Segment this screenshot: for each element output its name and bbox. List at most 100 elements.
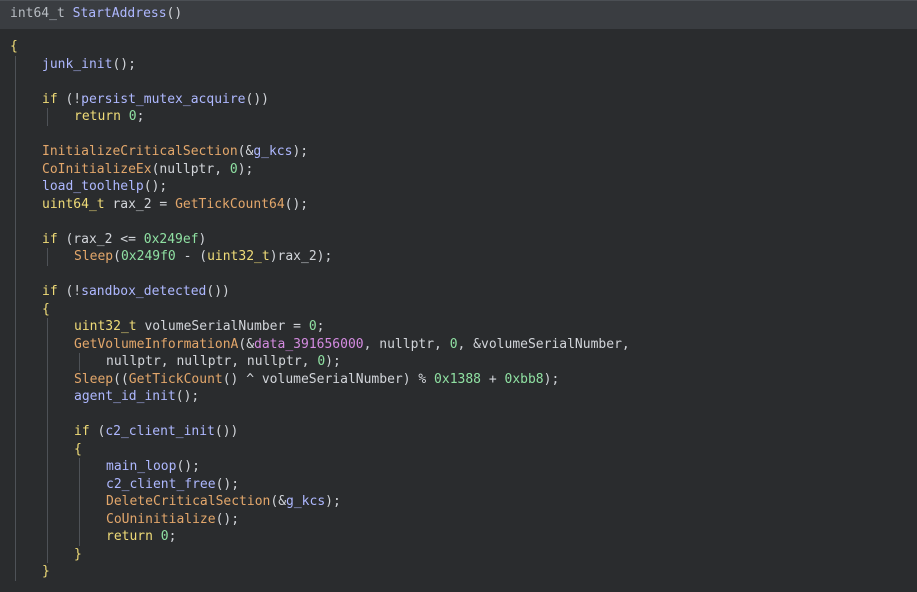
- code-token-var[interactable]: g_kcs: [253, 144, 292, 159]
- code-token-plain: - (: [175, 249, 208, 264]
- code-line[interactable]: return 0;: [0, 528, 917, 546]
- code-token-fn[interactable]: Sleep: [74, 372, 113, 387]
- code-token-num: 0: [160, 529, 169, 544]
- code-line[interactable]: uint64_t rax_2 = GetTickCount64();: [0, 195, 917, 213]
- code-line[interactable]: agent_id_init();: [0, 388, 917, 406]
- code-token-fn[interactable]: DeleteCriticalSection: [106, 494, 270, 509]
- code-token-plain: ();: [175, 389, 200, 404]
- indent-guide: [15, 55, 16, 73]
- code-line[interactable]: Sleep((GetTickCount() ^ volumeSerialNumb…: [0, 370, 917, 389]
- code-token-fn[interactable]: Sleep: [74, 249, 113, 264]
- code-line-content: }: [42, 563, 50, 581]
- code-token-fn[interactable]: GetTickCount: [129, 372, 223, 387]
- code-token-fn[interactable]: GetTickCount64: [175, 197, 285, 212]
- code-token-plain: (: [113, 249, 121, 264]
- code-line[interactable]: Sleep(0x249f0 - (uint32_t)rax_2);: [0, 248, 917, 266]
- indent-guide: [15, 388, 16, 406]
- indent-guide: [47, 335, 48, 353]
- code-token-call[interactable]: junk_init: [42, 57, 112, 72]
- code-token-plain: ((: [113, 371, 129, 387]
- code-token-plain: ();: [176, 459, 200, 474]
- indent-guide: [79, 528, 80, 546]
- code-line[interactable]: InitializeCriticalSection(&g_kcs);: [0, 143, 917, 161]
- code-token-plain: (: [89, 424, 106, 439]
- code-line-content: Sleep((GetTickCount() ^ volumeSerialNumb…: [74, 371, 559, 389]
- code-line[interactable]: if (!persist_mutex_acquire()): [0, 90, 917, 108]
- code-line[interactable]: load_toolhelp();: [0, 178, 917, 196]
- code-token-plain: );: [543, 371, 560, 387]
- code-token-brace: {: [42, 301, 50, 317]
- code-token-num: 0: [449, 336, 458, 352]
- code-line[interactable]: return 0;: [0, 108, 917, 126]
- indent-guide: [15, 563, 16, 581]
- indent-guide: [15, 300, 16, 318]
- code-line[interactable]: {: [0, 440, 917, 458]
- function-signature-header[interactable]: int64_t StartAddress(): [0, 1, 917, 29]
- code-line[interactable]: [0, 405, 917, 423]
- code-token-plain: (!: [57, 284, 82, 299]
- function-name[interactable]: StartAddress: [73, 6, 167, 21]
- code-line-content: InitializeCriticalSection(&g_kcs);: [42, 143, 308, 161]
- code-line[interactable]: if (c2_client_init()): [0, 423, 917, 441]
- code-token-plain: ();: [143, 179, 168, 194]
- indent-guide: [47, 405, 48, 423]
- code-token-plain: , nullptr,: [363, 336, 450, 352]
- code-token-kw: if: [42, 231, 58, 247]
- indent-guide: [47, 108, 48, 126]
- indent-guide: [15, 493, 16, 511]
- code-line[interactable]: main_loop();: [0, 458, 917, 476]
- code-token-fn[interactable]: InitializeCriticalSection: [42, 144, 238, 159]
- code-line-content: {: [10, 38, 18, 56]
- code-token-fn[interactable]: CoUninitialize: [106, 512, 216, 527]
- code-line[interactable]: c2_client_free();: [0, 475, 917, 493]
- code-line[interactable]: [0, 265, 917, 283]
- code-line-content: main_loop();: [106, 458, 200, 476]
- code-line[interactable]: junk_init();: [0, 55, 917, 73]
- indent-guide: [47, 423, 48, 441]
- code-token-call[interactable]: main_loop: [106, 459, 176, 474]
- code-token-call[interactable]: c2_client_free: [106, 477, 216, 492]
- code-line[interactable]: CoInitializeEx(nullptr, 0);: [0, 160, 917, 178]
- code-token-call[interactable]: load_toolhelp: [42, 179, 144, 194]
- code-line[interactable]: [0, 73, 917, 91]
- code-line-content: return 0;: [106, 528, 176, 546]
- code-line[interactable]: [0, 213, 917, 231]
- code-token-var[interactable]: g_kcs: [286, 494, 325, 509]
- code-token-brace: }: [74, 546, 82, 562]
- code-token-num: 0: [308, 319, 317, 334]
- indent-guide: [15, 370, 16, 388]
- code-line[interactable]: if (rax_2 <= 0x249ef): [0, 230, 917, 248]
- code-line[interactable]: {: [0, 38, 917, 56]
- indent-guide: [15, 73, 16, 91]
- code-area[interactable]: {junk_init(); if (!persist_mutex_acquire(…: [0, 38, 917, 581]
- indent-guide: [15, 545, 16, 563]
- code-token-call[interactable]: sandbox_detected: [81, 284, 206, 299]
- code-token-plain: nullptr, nullptr, nullptr,: [106, 354, 318, 369]
- code-line-content: {: [42, 301, 50, 319]
- indent-guide: [47, 493, 48, 511]
- code-line[interactable]: }: [0, 563, 917, 581]
- code-line[interactable]: CoUninitialize();: [0, 510, 917, 528]
- code-line[interactable]: uint32_t volumeSerialNumber = 0;: [0, 318, 917, 336]
- code-line[interactable]: nullptr, nullptr, nullptr, 0);: [0, 353, 917, 371]
- code-token-kw: if: [42, 91, 58, 107]
- code-token-plain: , &volumeSerialNumber,: [457, 336, 630, 352]
- code-line[interactable]: GetVolumeInformationA(&data_391656000, n…: [0, 335, 917, 353]
- indent-guide: [47, 458, 48, 476]
- code-token-plain: ();: [215, 476, 240, 492]
- code-line[interactable]: [0, 125, 917, 143]
- code-token-plain: (!: [57, 91, 82, 107]
- code-line[interactable]: {: [0, 300, 917, 319]
- code-line[interactable]: }: [0, 545, 917, 563]
- indent-guide: [15, 265, 16, 283]
- code-token-data[interactable]: data_391656000: [254, 337, 364, 352]
- indent-guide: [15, 160, 16, 178]
- code-token-call[interactable]: agent_id_init: [74, 389, 176, 404]
- code-token-call[interactable]: c2_client_init: [105, 424, 215, 439]
- code-line[interactable]: DeleteCriticalSection(&g_kcs);: [0, 493, 917, 511]
- code-token-fn[interactable]: GetVolumeInformationA: [74, 337, 238, 352]
- code-line[interactable]: if (!sandbox_detected()): [0, 283, 917, 301]
- code-token-fn[interactable]: CoInitializeEx: [42, 162, 152, 177]
- code-token-call[interactable]: persist_mutex_acquire: [81, 92, 245, 107]
- code-token-brace: }: [42, 564, 50, 579]
